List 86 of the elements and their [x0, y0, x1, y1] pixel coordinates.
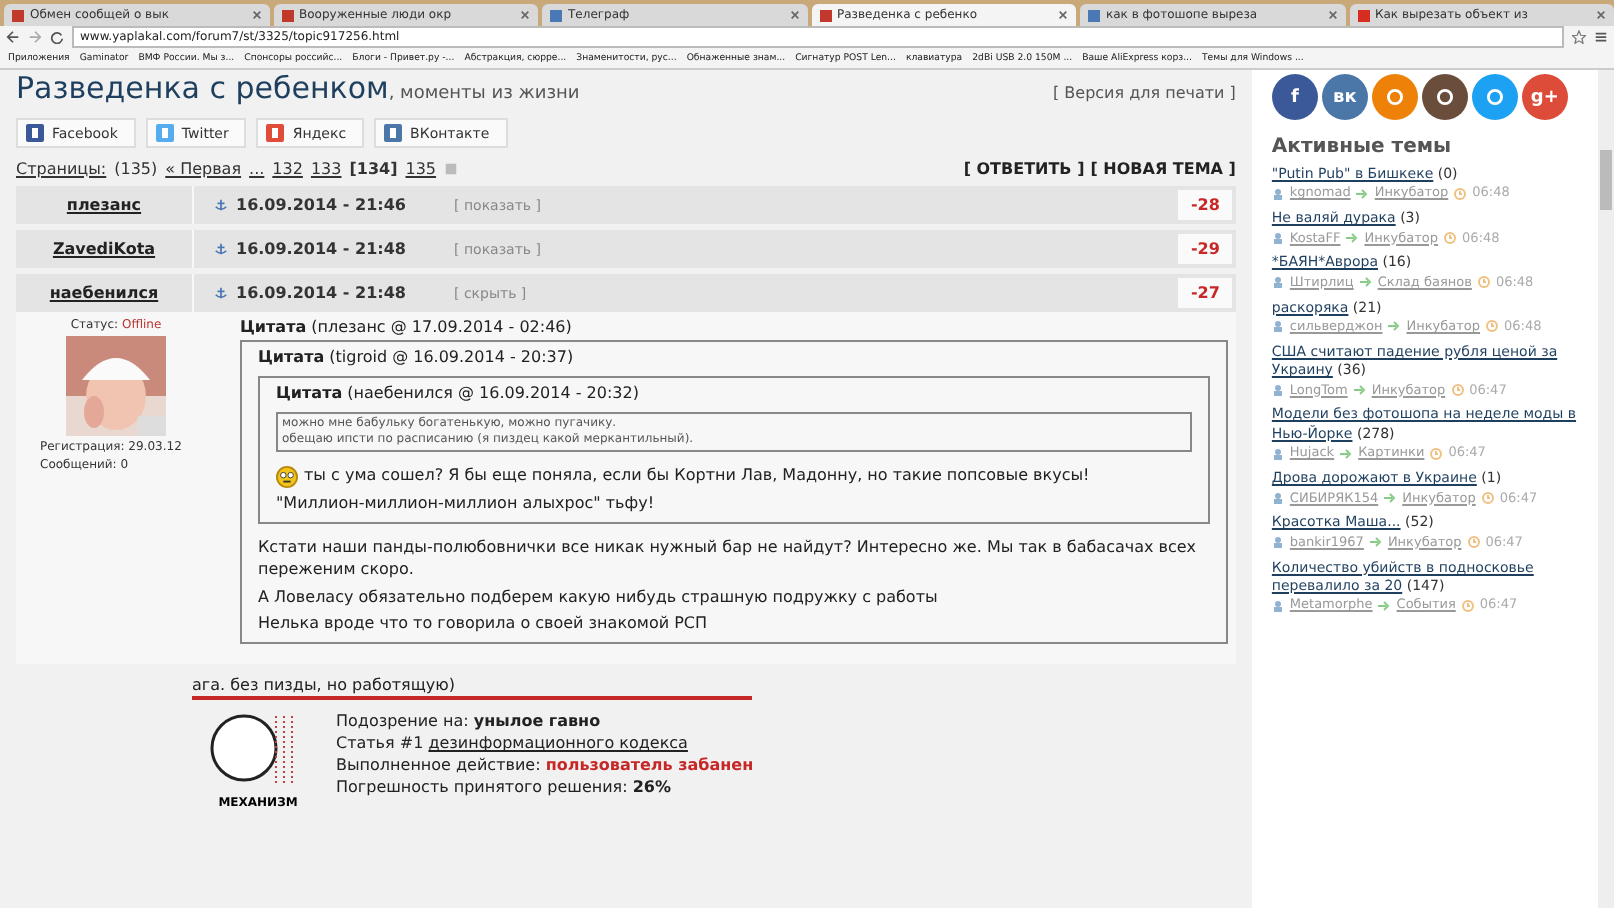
quote-text: Кстати наши панды-полюбовнички все никак нужный бар не найдут? Интересно же. Мы так в бабасачах всех переженим скоро.	[258, 537, 1199, 582]
reload-icon[interactable]	[50, 30, 64, 44]
post-date: 16.09.2014 - 21:48	[236, 240, 406, 258]
page-link[interactable]: [134]	[349, 159, 398, 177]
post-date: 16.09.2014 - 21:46	[236, 196, 406, 214]
ban-line: Погрешность принятого решения: 26%	[336, 778, 673, 797]
user-icon	[1271, 187, 1284, 200]
user-icon	[1271, 276, 1284, 289]
quote-text: ты с ума сошел? Я бы еще поняла, если бы Кортни Лав, Мадонну, но такие попсовые вкусы!	[304, 466, 1090, 489]
social-button[interactable]	[1421, 74, 1468, 120]
topic-subtitle: , моменты из жизни	[388, 84, 580, 104]
clock-icon	[1454, 187, 1467, 200]
arrow-icon	[1384, 491, 1397, 504]
close-icon[interactable]	[1327, 10, 1337, 20]
arrow-icon	[1353, 384, 1366, 397]
social-icon	[1433, 86, 1456, 108]
user-icon	[1271, 491, 1284, 504]
quote-header: Цитата (плезанс @ 17.09.2014 - 02:46)	[240, 318, 574, 336]
close-icon[interactable]	[1058, 10, 1068, 20]
menu-icon[interactable]	[1594, 30, 1608, 44]
user-icon	[1271, 384, 1284, 397]
clock-icon	[1486, 320, 1499, 333]
arrow-icon	[1369, 536, 1382, 549]
user-icon	[1271, 320, 1284, 333]
quote-header: Цитата (tigroid @ 16.09.2014 - 20:37)	[258, 348, 576, 366]
social-button[interactable]: g+	[1521, 74, 1568, 120]
arrow-icon	[1378, 599, 1391, 612]
clock-icon	[1461, 599, 1474, 612]
clock-icon	[1481, 491, 1494, 504]
ban-line: Статья #1 дезинформационного кодекса	[336, 734, 690, 753]
page-count: (135)	[114, 159, 158, 177]
close-icon[interactable]	[1596, 10, 1606, 20]
anchor-icon[interactable]	[214, 242, 228, 256]
quote-text: А Ловеласу обязательно подберем какую нибудь страшную подружку с работы	[258, 587, 938, 609]
social-icon	[1483, 86, 1506, 108]
arrow-icon	[1346, 232, 1359, 245]
forward-icon[interactable]	[28, 30, 42, 44]
quote-header: Цитата (наебенился @ 16.09.2014 - 20:32)	[276, 384, 641, 402]
clock-icon	[1467, 536, 1480, 549]
action-link[interactable]: [ НОВАЯ ТЕМА ]	[1090, 159, 1236, 177]
arrow-icon	[1356, 187, 1369, 200]
user-icon	[1271, 599, 1284, 612]
social-button[interactable]: вк	[1321, 74, 1368, 120]
clock-icon	[1444, 232, 1456, 245]
author-link[interactable]: ZavediKota	[16, 240, 192, 258]
user-icon	[1271, 447, 1284, 460]
post-score: -29	[1178, 234, 1232, 264]
arrow-icon	[1388, 320, 1401, 333]
author-link[interactable]: наебенился	[16, 284, 192, 302]
anchor-icon[interactable]	[214, 198, 228, 212]
quote-text: Нелька вроде что то говорила о своей знакомой РСП	[258, 614, 708, 637]
post-date: 16.09.2014 - 21:48	[236, 284, 406, 302]
post-score: -28	[1178, 190, 1232, 220]
clock-icon	[1451, 384, 1464, 397]
page-link[interactable]: 135	[405, 159, 437, 177]
author-link[interactable]: плезанс	[16, 196, 192, 214]
quote-text: "Миллион-миллион-миллион алыхрос" тьфу!	[276, 494, 655, 516]
reply-text: ага. без пизды, но работящую)	[192, 664, 752, 701]
user-icon	[1271, 536, 1284, 549]
page-link[interactable]: 133	[310, 159, 342, 177]
close-icon[interactable]	[520, 10, 530, 20]
star-icon[interactable]	[1572, 30, 1586, 44]
topic-title: Разведенка с ребенком	[16, 70, 389, 106]
print-link[interactable]: [ Версия для печати ]	[1053, 84, 1236, 102]
user-icon	[1271, 232, 1284, 245]
pages-link[interactable]: Страницы:	[16, 159, 107, 177]
sidebar-title: Активные темы	[1271, 136, 1454, 158]
social-button[interactable]: f	[1271, 74, 1318, 120]
ban-line: Выполненное действие: пользователь забанен	[336, 756, 754, 775]
page-link[interactable]: 132	[272, 159, 303, 177]
close-icon[interactable]	[251, 10, 261, 20]
scrollbar-thumb[interactable]	[1600, 150, 1613, 210]
back-icon[interactable]	[6, 30, 20, 44]
clock-icon	[1477, 276, 1490, 289]
page-link[interactable]: « Первая	[165, 159, 242, 177]
social-icon	[1383, 86, 1406, 108]
arrow-icon	[1359, 276, 1372, 289]
anchor-icon[interactable]	[214, 286, 228, 300]
clock-icon	[1430, 447, 1443, 460]
page-link[interactable]: ...	[249, 159, 265, 177]
action-link[interactable]: [ ОТВЕТИТЬ ]	[963, 159, 1085, 177]
close-icon[interactable]	[789, 10, 799, 20]
arrow-icon	[1340, 447, 1353, 460]
post-score: -27	[1178, 278, 1232, 308]
smiley-icon	[276, 466, 298, 489]
ban-line: Подозрение на: унылое гавно	[336, 712, 603, 731]
